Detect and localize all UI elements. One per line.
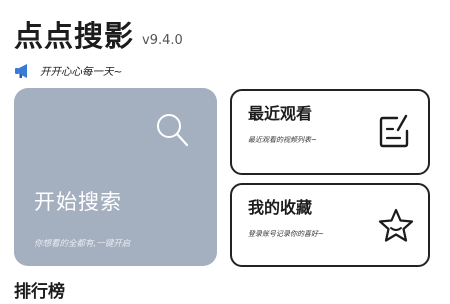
recent-watch-subtitle: 最近观看的视频列表~ [248, 136, 317, 144]
start-search-title: 开始搜索 [34, 190, 122, 214]
star-smile-icon [377, 207, 415, 249]
ranking-section-title: 排行榜 [14, 282, 65, 302]
recent-watch-card[interactable]: 最近观看 最近观看的视频列表~ [230, 89, 430, 175]
start-search-subtitle: 你想看的全都有,一键开启 [34, 239, 131, 249]
search-icon [154, 112, 190, 152]
start-search-card[interactable]: 开始搜索 你想看的全都有,一键开启 [14, 88, 217, 266]
slogan-text: 开开心心每一天~ [40, 65, 123, 78]
slogan-row: 开开心心每一天~ [14, 62, 122, 80]
app-title: 点点搜影 [14, 19, 135, 53]
megaphone-icon [14, 63, 32, 79]
app-version: v9.4.0 [142, 33, 183, 48]
edit-note-icon [377, 113, 413, 155]
my-favorites-card[interactable]: 我的收藏 登录账号记录你的喜好~ [230, 183, 430, 267]
my-favorites-subtitle: 登录账号记录你的喜好~ [248, 230, 324, 238]
recent-watch-title: 最近观看 [248, 104, 313, 123]
my-favorites-title: 我的收藏 [248, 198, 313, 217]
